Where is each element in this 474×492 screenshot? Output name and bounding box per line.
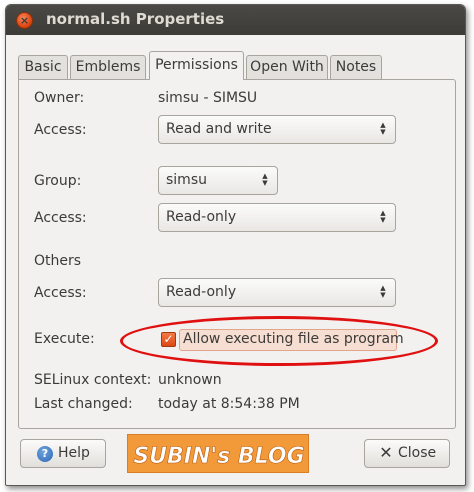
owner-label: Owner: [34, 90, 85, 106]
properties-window: × normal.sh Properties Basic Emblems Per… [5, 4, 466, 486]
group-combo[interactable]: simsu ▲ ▼ [158, 166, 278, 195]
others-access-combo[interactable]: Read-only ▲ ▼ [158, 278, 396, 307]
combo-arrows-icon: ▲ ▼ [380, 209, 386, 224]
tab-open-with[interactable]: Open With [246, 55, 328, 79]
group-access-label: Access: [34, 210, 87, 226]
window-close-icon[interactable]: × [16, 12, 33, 29]
tab-emblems[interactable]: Emblems [70, 55, 146, 79]
owner-access-label: Access: [34, 122, 87, 138]
owner-access-value: Read and write [166, 121, 272, 137]
last-changed-value: today at 8:54:38 PM [158, 396, 300, 412]
help-button-label: Help [58, 445, 90, 461]
others-access-label: Access: [34, 285, 87, 301]
selinux-label: SELinux context: [34, 372, 152, 388]
group-access-value: Read-only [166, 209, 237, 225]
group-access-combo[interactable]: Read-only ▲ ▼ [158, 203, 396, 232]
tab-permissions[interactable]: Permissions [149, 51, 244, 80]
help-icon: ? [37, 446, 53, 462]
help-button[interactable]: ? Help [20, 439, 106, 468]
selinux-value: unknown [158, 372, 222, 388]
execute-label: Execute: [34, 331, 95, 347]
others-access-value: Read-only [166, 284, 237, 300]
owner-value: simsu - SIMSU [158, 90, 258, 106]
combo-arrows-icon: ▲ ▼ [380, 284, 386, 299]
group-label: Group: [34, 173, 82, 189]
logo-text: SUBIN's BLOG [133, 444, 304, 469]
owner-access-combo[interactable]: Read and write ▲ ▼ [158, 115, 396, 144]
group-value: simsu [166, 172, 207, 188]
logo-graphic: SUBIN's BLOG [133, 444, 305, 470]
tab-basic[interactable]: Basic [18, 55, 68, 79]
subins-blog-logo: SUBIN's BLOG [127, 434, 309, 473]
title-bar: × normal.sh Properties [6, 5, 465, 35]
close-button-label: Close [398, 445, 437, 461]
close-icon: ✕ [379, 443, 393, 462]
others-label: Others [34, 253, 82, 269]
last-changed-label: Last changed: [34, 396, 133, 412]
tab-notes[interactable]: Notes [330, 55, 382, 79]
window-title: normal.sh Properties [46, 10, 225, 28]
close-button[interactable]: ✕ Close [364, 439, 450, 468]
combo-arrows-icon: ▲ ▼ [262, 172, 268, 187]
combo-arrows-icon: ▲ ▼ [380, 121, 386, 136]
annotation-ellipse [120, 316, 438, 366]
